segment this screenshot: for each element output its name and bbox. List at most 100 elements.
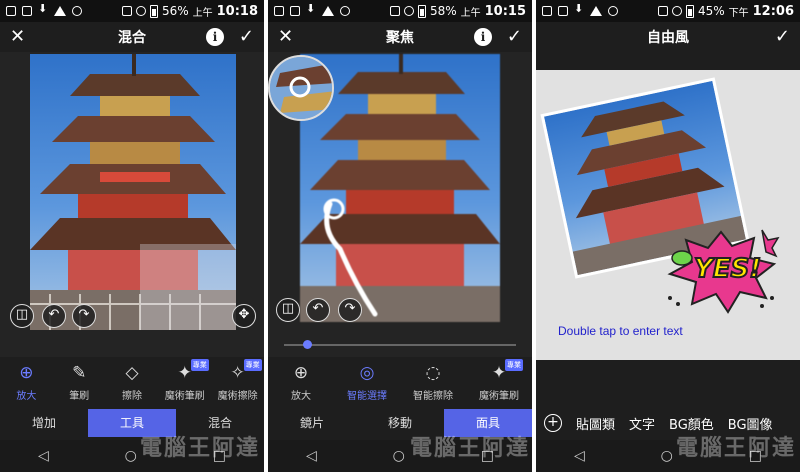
confirm-check-icon[interactable]: ✓	[507, 26, 522, 47]
tool-magic-brush[interactable]: 專業 ✦ 魔術筆刷	[473, 358, 525, 402]
battery-percent: 58%	[429, 4, 457, 18]
tool-smart-select[interactable]: ◎ 智能選擇	[341, 363, 393, 402]
sync-icon	[72, 6, 82, 16]
tool-bg-image[interactable]: BG圖像	[728, 414, 773, 433]
page-title: 混合	[118, 30, 146, 46]
pagoda-illustration	[30, 54, 236, 330]
sticker-text: YES!	[693, 253, 762, 285]
tool-label: 放大	[16, 390, 37, 402]
mask-size-slider[interactable]	[284, 340, 516, 349]
smart-select-icon: ◎	[359, 362, 375, 383]
magic-brush-icon: ✦	[491, 362, 507, 383]
message-icon	[542, 6, 552, 16]
compare-icon[interactable]: ◫	[10, 304, 34, 328]
clock: 12:06	[752, 3, 794, 19]
page-title: 聚焦	[386, 30, 414, 46]
tool-magic-brush[interactable]: 專業 ✦ 魔術筆刷	[159, 358, 211, 402]
tool-eraser[interactable]: ◇ 擦除	[106, 363, 158, 402]
back-icon[interactable]: ◁	[38, 448, 49, 464]
warning-icon	[322, 6, 334, 16]
move-icon[interactable]: ✥	[232, 304, 256, 328]
phone-icon	[290, 6, 300, 16]
recents-icon[interactable]: □	[749, 448, 762, 464]
tool-label: 放大	[291, 390, 311, 402]
yes-sticker[interactable]: YES!	[662, 228, 780, 314]
add-icon[interactable]: +	[544, 414, 562, 432]
home-icon[interactable]: ○	[661, 448, 673, 464]
time-ampm: 上午	[192, 7, 213, 19]
clock: 10:18	[216, 3, 258, 19]
wifi-icon	[135, 6, 146, 16]
tool-magic-eraser[interactable]: 專業 ✧ 魔術擦除	[212, 358, 264, 402]
eraser-icon: ◇	[125, 362, 139, 383]
magic-eraser-icon: ✧	[230, 362, 245, 383]
status-bar: 56% 上午 10:18	[0, 0, 264, 22]
home-icon[interactable]: ○	[393, 448, 405, 464]
android-nav-bar: ◁ ○ □	[536, 440, 800, 472]
tool-label: 筆刷	[69, 390, 90, 402]
sync-icon	[340, 6, 350, 16]
battery-icon	[417, 4, 426, 18]
magnifier-loupe	[268, 55, 334, 121]
tool-label: 魔術筆刷	[479, 390, 519, 402]
brush-icon: ✎	[72, 362, 87, 383]
back-icon[interactable]: ◁	[306, 448, 317, 464]
message-icon	[274, 6, 284, 16]
clock: 10:15	[484, 3, 526, 19]
smart-erase-icon: ◌	[425, 362, 441, 383]
info-icon[interactable]: i	[206, 28, 224, 46]
info-icon[interactable]: i	[474, 28, 492, 46]
pagoda-photo	[30, 54, 236, 330]
android-nav-bar: ◁ ○ □	[0, 440, 264, 472]
tool-text[interactable]: 文字	[629, 414, 655, 433]
tool-bg-color[interactable]: BG顏色	[669, 414, 714, 433]
recents-icon[interactable]: □	[213, 448, 226, 464]
time-ampm: 上午	[460, 7, 481, 19]
status-bar: 45% 下午 12:06	[536, 0, 800, 22]
title-bar: ✕ 混合 i ✓	[0, 22, 264, 52]
tool-zoom[interactable]: ⊕ 放大	[0, 363, 52, 402]
freestyle-canvas[interactable]: YES! Double tap to enter text	[536, 70, 800, 360]
confirm-check-icon[interactable]: ✓	[239, 26, 254, 47]
undo-icon[interactable]: ↶	[306, 298, 330, 322]
redo-icon[interactable]: ↷	[338, 298, 362, 322]
redo-icon[interactable]: ↷	[72, 304, 96, 328]
back-icon[interactable]: ◁	[574, 448, 585, 464]
text-hint[interactable]: Double tap to enter text	[558, 324, 683, 338]
recents-icon[interactable]: □	[481, 448, 494, 464]
tab-add[interactable]: 增加	[0, 409, 88, 437]
tool-label: 智能選擇	[347, 390, 387, 402]
confirm-check-icon[interactable]: ✓	[775, 26, 790, 47]
close-icon[interactable]: ✕	[278, 26, 293, 47]
tool-row: ⊕ 放大 ✎ 筆刷 ◇ 擦除 專業 ✦ 魔術筆刷 專業 ✧ 魔術擦除	[0, 357, 264, 407]
sync-icon	[608, 6, 618, 16]
compare-icon[interactable]: ◫	[276, 298, 300, 322]
tab-mask[interactable]: 面具	[444, 409, 532, 437]
editor-canvas[interactable]: ◫ ↶ ↷ ✥	[0, 52, 264, 357]
title-bar: 自由風 ✓	[536, 22, 800, 52]
tool-sticker[interactable]: 貼圖類	[576, 414, 615, 433]
tab-move[interactable]: 移動	[356, 409, 444, 437]
undo-icon[interactable]: ↶	[42, 304, 66, 328]
tool-label: 魔術筆刷	[164, 390, 205, 402]
nfc-icon	[657, 6, 668, 16]
zoom-icon: ⊕	[19, 362, 34, 383]
tool-brush[interactable]: ✎ 筆刷	[53, 363, 105, 402]
panel-blend: 56% 上午 10:18 ✕ 混合 i ✓	[0, 0, 264, 472]
tool-smart-erase[interactable]: ◌ 智能擦除	[407, 363, 459, 402]
panel-focus: 58% 上午 10:15 ✕ 聚焦 i ✓	[268, 0, 532, 472]
home-icon[interactable]: ○	[125, 448, 137, 464]
close-icon[interactable]: ✕	[10, 26, 25, 47]
tab-lens[interactable]: 鏡片	[268, 409, 356, 437]
tab-tools[interactable]: 工具	[88, 409, 176, 437]
pro-badge: 專業	[243, 358, 262, 371]
tab-blend[interactable]: 混合	[176, 409, 264, 437]
warning-icon	[590, 6, 602, 16]
pro-badge: 專業	[505, 358, 523, 371]
tool-zoom[interactable]: ⊕ 放大	[275, 363, 327, 402]
warning-icon	[54, 6, 66, 16]
page-title: 自由風	[647, 30, 689, 46]
download-icon	[306, 2, 316, 16]
download-icon	[38, 2, 48, 16]
nfc-icon	[121, 6, 132, 16]
